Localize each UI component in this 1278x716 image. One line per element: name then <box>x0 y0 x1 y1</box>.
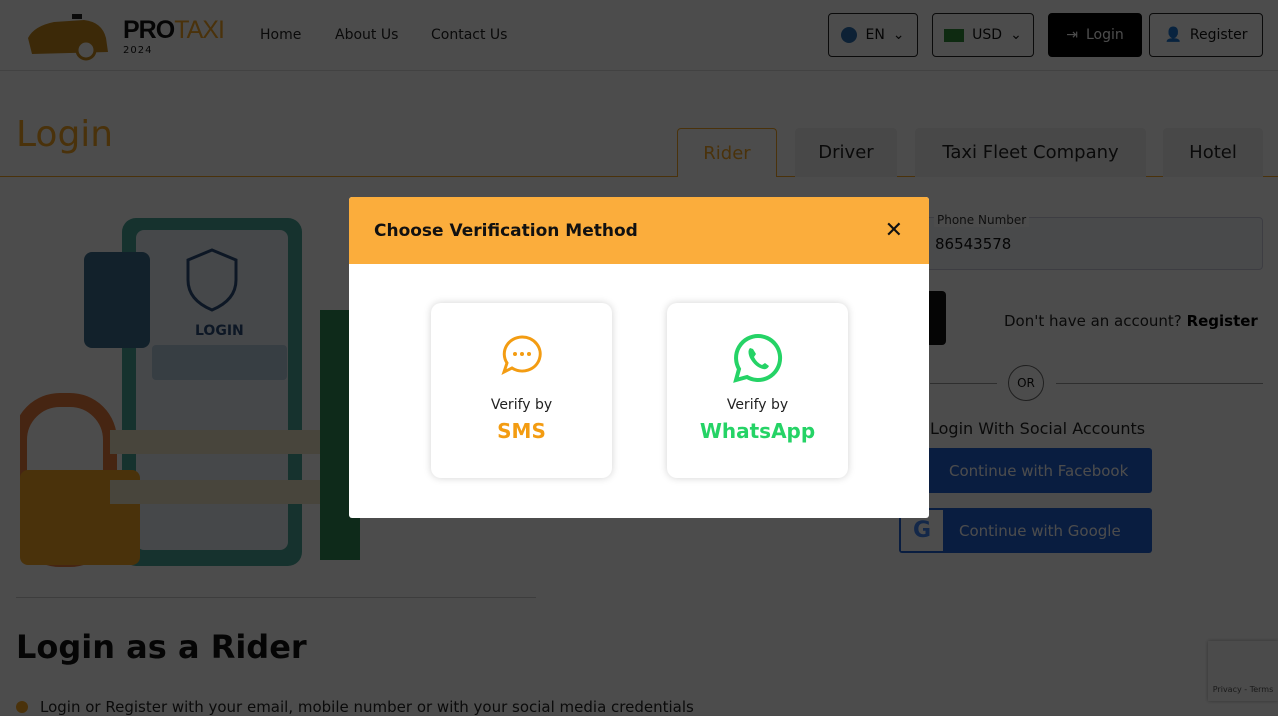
method-whatsapp: WhatsApp <box>699 419 816 443</box>
header: PROTAXI 2024 Home About Us Contact Us EN… <box>0 0 1278 71</box>
whatsapp-icon <box>732 333 782 383</box>
recaptcha-badge[interactable]: Privacy - Terms <box>1208 641 1278 701</box>
modal-header: Choose Verification Method ✕ <box>349 197 929 264</box>
nav-contact[interactable]: Contact Us <box>431 27 507 43</box>
bullet-text: Login or Register with your email, mobil… <box>40 698 694 716</box>
verification-modal: Choose Verification Method ✕ Verify by S… <box>349 197 929 518</box>
phone-number-value: 86543578 <box>935 235 1012 253</box>
bullet-icon <box>16 701 28 713</box>
register-link[interactable]: Register <box>1187 312 1258 330</box>
taxi-logo-icon <box>28 14 108 61</box>
google-label: Continue with Google <box>959 521 1121 540</box>
tab-hotel[interactable]: Hotel <box>1163 128 1263 177</box>
logo-year: 2024 <box>123 45 153 56</box>
divider <box>930 383 997 384</box>
divider <box>1056 383 1263 384</box>
language-value: EN <box>865 27 885 43</box>
nav-about[interactable]: About Us <box>335 27 398 43</box>
tab-taxi-fleet-company[interactable]: Taxi Fleet Company <box>915 128 1146 177</box>
verify-whatsapp-option[interactable]: Verify by WhatsApp <box>667 303 848 478</box>
modal-title: Choose Verification Method <box>374 220 638 241</box>
verify-by-label: Verify by <box>726 397 789 413</box>
language-select[interactable]: EN ⌄ <box>828 13 918 57</box>
globe-icon <box>841 27 858 43</box>
flag-icon <box>944 28 965 42</box>
login-label: Login <box>1085 27 1124 43</box>
logo[interactable]: PROTAXI 2024 <box>24 8 225 64</box>
chevron-down-icon: ⌄ <box>1010 27 1022 43</box>
no-account-label: Don't have an account? <box>1004 312 1182 330</box>
currency-select[interactable]: USD ⌄ <box>932 13 1034 57</box>
no-account-text: Don't have an account? Register <box>1004 312 1258 330</box>
user-add-icon: 👤 <box>1164 27 1182 43</box>
register-button[interactable]: 👤 Register <box>1149 13 1263 57</box>
chat-bubble-icon <box>500 335 542 375</box>
facebook-login-button[interactable]: fContinue with Facebook <box>899 448 1152 493</box>
or-separator: OR <box>1008 365 1044 401</box>
login-icon: ⇥ <box>1066 27 1078 43</box>
list-item: Login or Register with your email, mobil… <box>16 698 694 716</box>
phone-number-label: Phone Number <box>934 213 1030 227</box>
verify-sms-option[interactable]: Verify by SMS <box>431 303 612 478</box>
social-title: Login With Social Accounts <box>930 419 1146 438</box>
page-title: Login <box>16 114 114 155</box>
chevron-down-icon: ⌄ <box>892 27 905 43</box>
verify-by-label: Verify by <box>490 397 553 413</box>
facebook-label: Continue with Facebook <box>949 461 1129 480</box>
tab-driver[interactable]: Driver <box>795 128 897 177</box>
google-login-button[interactable]: G Continue with Google <box>899 508 1152 553</box>
section-title: Login as a Rider <box>16 628 307 666</box>
register-label: Register <box>1189 27 1248 43</box>
logo-main: PRO <box>123 16 175 44</box>
illustration-text: LOGIN <box>195 323 244 339</box>
divider <box>16 597 536 598</box>
method-sms: SMS <box>497 419 546 443</box>
login-button[interactable]: ⇥ Login <box>1048 13 1142 57</box>
tab-rider[interactable]: Rider <box>677 128 777 177</box>
logo-accent: TAXI <box>174 16 225 44</box>
close-icon[interactable]: ✕ <box>885 218 903 243</box>
nav-home[interactable]: Home <box>260 27 301 43</box>
currency-value: USD <box>972 27 1003 43</box>
